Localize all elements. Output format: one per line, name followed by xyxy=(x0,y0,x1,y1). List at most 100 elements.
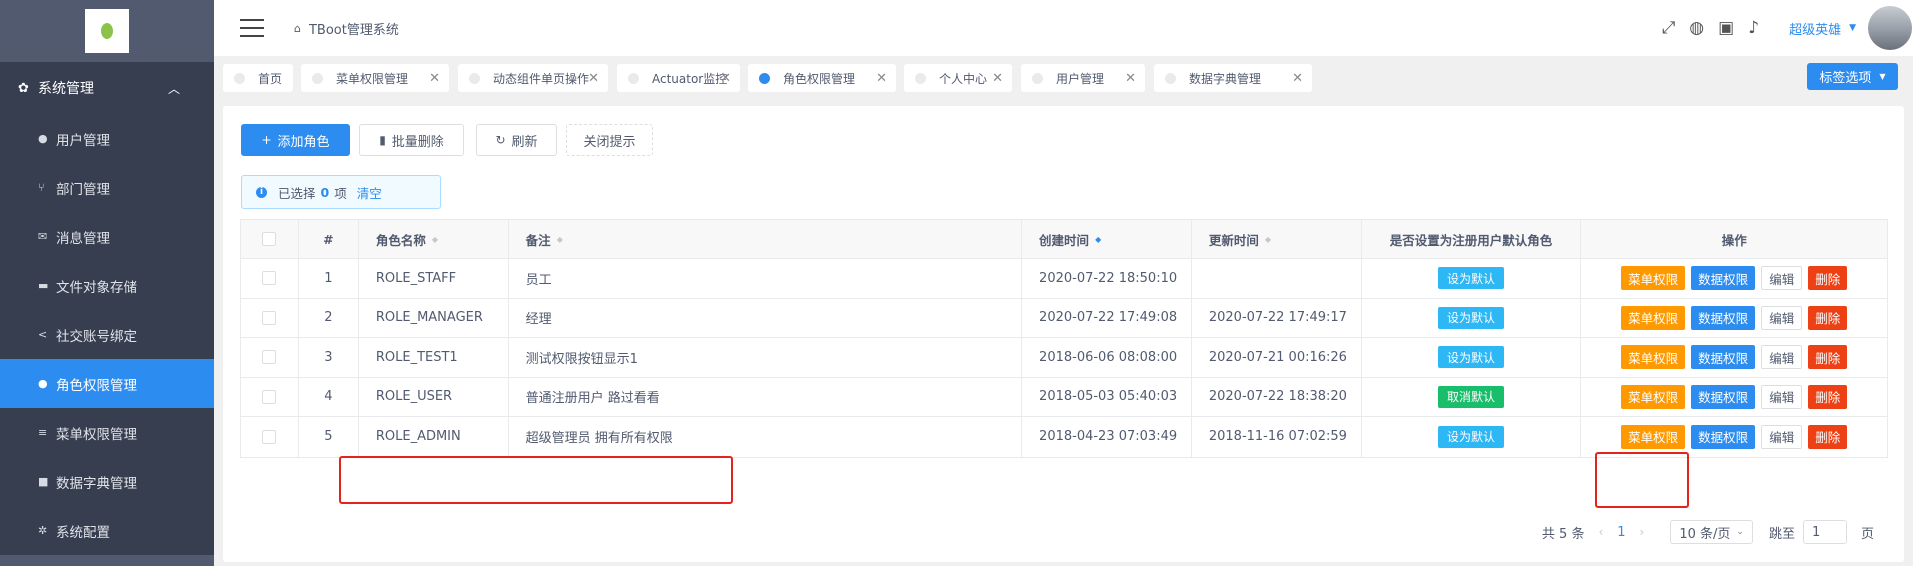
default-role-cell: 设为默认 xyxy=(1362,259,1582,298)
data-permission-button[interactable]: 数据权限 xyxy=(1691,305,1756,330)
sidebar-item-6[interactable]: ≡ 菜单权限管理 xyxy=(0,408,214,457)
set-default-button[interactable]: 取消默认 xyxy=(1438,385,1505,408)
delete-button[interactable]: 删除 xyxy=(1808,384,1848,409)
close-icon[interactable]: ✕ xyxy=(429,71,440,86)
data-permission-button[interactable]: 数据权限 xyxy=(1691,384,1756,409)
sort-icon[interactable]: ◆ xyxy=(557,235,563,244)
sort-desc-icon[interactable]: ◆ xyxy=(1095,235,1101,244)
data-permission-button[interactable]: 数据权限 xyxy=(1691,345,1756,370)
sidebar-item-7[interactable]: ■ 数据字典管理 xyxy=(0,457,214,506)
sort-icon[interactable]: ◆ xyxy=(432,235,438,244)
row-checkbox[interactable] xyxy=(262,429,277,444)
delete-button[interactable]: 删除 xyxy=(1808,266,1848,291)
chevron-down-icon: ⌄ xyxy=(1736,527,1744,537)
row-index: 4 xyxy=(299,377,359,416)
menu-permission-button[interactable]: 菜单权限 xyxy=(1621,266,1686,291)
sidebar-item-2[interactable]: ✉ 消息管理 xyxy=(0,212,214,261)
menu-permission-button[interactable]: 菜单权限 xyxy=(1621,424,1686,449)
sidebar-item-4[interactable]: < 社交账号绑定 xyxy=(0,310,214,359)
tag-options-button[interactable]: 标签选项 ▼ xyxy=(1807,63,1898,90)
close-icon[interactable]: ✕ xyxy=(992,71,1003,86)
close-icon[interactable]: ✕ xyxy=(720,71,731,86)
actions-cell: 菜单权限 数据权限 编辑 删除 xyxy=(1581,378,1887,417)
clear-selection-link[interactable]: 清空 xyxy=(357,183,382,202)
edit-button[interactable]: 编辑 xyxy=(1761,424,1803,449)
set-default-button[interactable]: 设为默认 xyxy=(1438,425,1505,448)
bell-icon[interactable]: ♪ xyxy=(1748,18,1759,38)
page-size-select[interactable]: 10 条/页 ⌄ xyxy=(1670,520,1753,544)
tab-label: 菜单权限管理 xyxy=(336,71,409,86)
set-default-button[interactable]: 设为默认 xyxy=(1438,346,1505,369)
remark-cell: 测试权限按钮显示1 xyxy=(509,338,1023,377)
sidebar-item-0[interactable]: ● 用户管理 xyxy=(0,114,214,163)
edit-button[interactable]: 编辑 xyxy=(1761,345,1803,370)
row-checkbox[interactable] xyxy=(262,389,277,404)
delete-button[interactable]: 删除 xyxy=(1808,345,1848,370)
row-checkbox-cell xyxy=(241,298,299,337)
delete-button[interactable]: 删除 xyxy=(1808,424,1848,449)
data-permission-button[interactable]: 数据权限 xyxy=(1691,424,1756,449)
home-icon[interactable]: ⌂ xyxy=(294,22,301,35)
remark-cell: 员工 xyxy=(509,259,1023,298)
lock-icon[interactable]: ▣ xyxy=(1718,18,1734,38)
edit-button[interactable]: 编辑 xyxy=(1761,384,1803,409)
jump-page-input[interactable]: 1 xyxy=(1802,520,1847,544)
current-page[interactable]: 1 xyxy=(1617,525,1625,540)
delete-button[interactable]: 删除 xyxy=(1808,305,1848,330)
tab-4[interactable]: 角色权限管理 ✕ xyxy=(748,64,896,92)
tab-6[interactable]: 用户管理 ✕ xyxy=(1021,64,1145,92)
set-default-button[interactable]: 设为默认 xyxy=(1438,306,1505,329)
list-icon: ≡ xyxy=(38,426,48,439)
edit-button[interactable]: 编辑 xyxy=(1761,305,1803,330)
close-icon[interactable]: ✕ xyxy=(876,71,887,86)
batch-delete-button[interactable]: ▮ 批量删除 xyxy=(359,124,464,156)
tab-5[interactable]: 个人中心 ✕ xyxy=(904,64,1012,92)
header-role-name[interactable]: 角色名称 ◆ xyxy=(359,220,509,258)
header-created-label: 创建时间 xyxy=(1039,232,1090,248)
default-role-cell: 设为默认 xyxy=(1362,417,1582,457)
sidebar-item-8[interactable]: ✲ 系统配置 xyxy=(0,506,214,555)
menu-group-system[interactable]: ✿ 系统管理 ︿ xyxy=(0,62,214,114)
chevron-right-icon[interactable]: › xyxy=(1640,525,1645,539)
menu-permission-button[interactable]: 菜单权限 xyxy=(1621,305,1686,330)
jump-prefix: 跳至 xyxy=(1768,526,1795,542)
header-updated[interactable]: 更新时间 ◆ xyxy=(1192,220,1362,258)
sidebar-item-1[interactable]: ⑂ 部门管理 xyxy=(0,163,214,212)
tab-status-dot xyxy=(759,72,770,84)
refresh-button[interactable]: ↻ 刷新 xyxy=(476,124,557,156)
fullscreen-icon[interactable]: ⤢ xyxy=(1662,18,1676,38)
row-checkbox[interactable] xyxy=(262,271,277,286)
chevron-left-icon[interactable]: ‹ xyxy=(1598,525,1603,539)
tab-label: 个人中心 xyxy=(939,71,988,86)
logo[interactable] xyxy=(85,9,129,53)
set-default-button[interactable]: 设为默认 xyxy=(1438,267,1505,290)
username[interactable]: 超级英雄 xyxy=(1789,19,1841,38)
data-permission-button[interactable]: 数据权限 xyxy=(1691,266,1756,291)
menu-permission-button[interactable]: 菜单权限 xyxy=(1621,345,1686,370)
header-created[interactable]: 创建时间 ◆ xyxy=(1022,220,1192,258)
close-icon[interactable]: ✕ xyxy=(1125,71,1136,86)
edit-button[interactable]: 编辑 xyxy=(1761,266,1803,291)
menu-toggle-icon[interactable] xyxy=(240,19,264,37)
sidebar-item-3[interactable]: ▬ 文件对象存储 xyxy=(0,261,214,310)
header-remark[interactable]: 备注 ◆ xyxy=(509,220,1023,258)
close-tips-button[interactable]: 关闭提示 xyxy=(566,124,653,156)
tab-2[interactable]: 动态组件单页操作 ✕ xyxy=(458,64,608,92)
globe-icon[interactable]: ◍ xyxy=(1689,18,1704,38)
menu-permission-button[interactable]: 菜单权限 xyxy=(1621,384,1686,409)
close-icon[interactable]: ✕ xyxy=(1292,71,1303,86)
select-all-checkbox[interactable] xyxy=(262,232,277,246)
close-icon[interactable]: ✕ xyxy=(588,71,599,86)
sidebar-item-5[interactable]: ● 角色权限管理 xyxy=(0,359,214,408)
batch-delete-label: 批量删除 xyxy=(391,134,444,150)
sort-icon[interactable]: ◆ xyxy=(1265,235,1271,244)
add-role-button[interactable]: + 添加角色 xyxy=(241,124,350,156)
caret-down-icon[interactable]: ▼ xyxy=(1849,23,1856,33)
tab-0[interactable]: 首页 xyxy=(223,64,293,92)
tab-3[interactable]: Actuator监控 ✕ xyxy=(617,64,740,92)
row-checkbox[interactable] xyxy=(262,310,277,325)
row-checkbox[interactable] xyxy=(262,350,277,365)
tab-1[interactable]: 菜单权限管理 ✕ xyxy=(301,64,449,92)
avatar[interactable] xyxy=(1868,6,1912,50)
tab-7[interactable]: 数据字典管理 ✕ xyxy=(1154,64,1312,92)
